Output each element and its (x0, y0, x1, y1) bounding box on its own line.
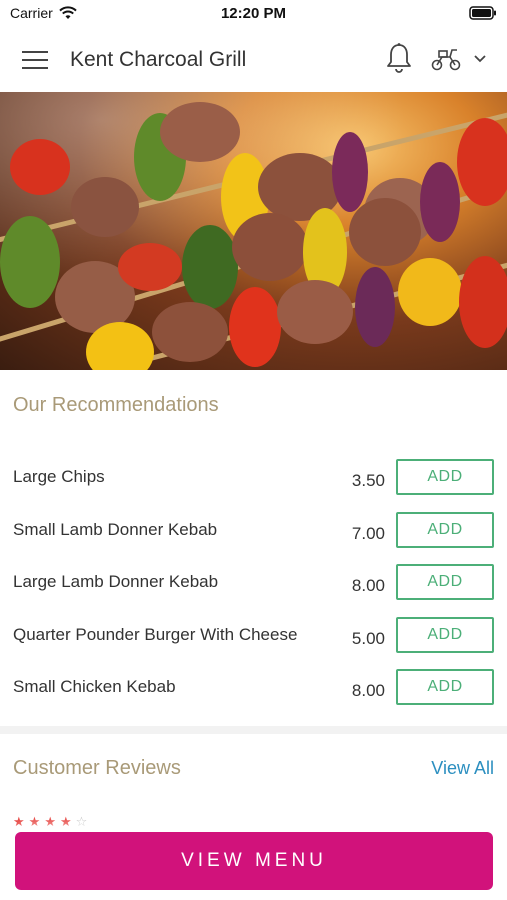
reviews-title: Customer Reviews (13, 757, 181, 779)
add-button[interactable]: ADD (396, 669, 494, 705)
recommendations-title: Our Recommendations (13, 394, 219, 416)
star-icon: ★ (13, 814, 29, 829)
add-button[interactable]: ADD (396, 459, 494, 495)
list-item: Large Lamb Donner Kebab 8.00 ADD (0, 564, 507, 616)
item-price: 8.00 (351, 576, 385, 595)
item-name: Quarter Pounder Burger With Cheese (13, 625, 298, 644)
section-divider (0, 726, 507, 734)
star-outline-icon: ☆ (75, 814, 92, 829)
scooter-icon[interactable] (430, 46, 462, 72)
status-bar: Carrier 12:20 PM (0, 0, 507, 28)
view-menu-button[interactable]: VIEW MENU (15, 832, 493, 890)
star-icon: ★ (28, 814, 45, 829)
item-name: Small Chicken Kebab (13, 677, 176, 696)
item-price: 5.00 (351, 629, 385, 648)
hero-image (0, 92, 507, 370)
status-time: 12:20 PM (220, 5, 287, 22)
star-icon: ★ (44, 814, 60, 829)
add-button[interactable]: ADD (396, 564, 494, 600)
list-item: Large Chips 3.50 ADD (0, 459, 507, 511)
status-right (469, 6, 497, 23)
view-all-link[interactable]: View All (431, 758, 494, 779)
item-price: 7.00 (351, 524, 385, 543)
chevron-down-icon[interactable] (472, 52, 488, 66)
item-price: 3.50 (351, 471, 385, 490)
star-icon: ★ (59, 814, 76, 829)
item-name: Large Chips (13, 467, 105, 486)
menu-icon[interactable] (22, 50, 48, 70)
item-name: Small Lamb Donner Kebab (13, 520, 218, 539)
item-price: 8.00 (351, 681, 385, 700)
list-item: Small Lamb Donner Kebab 7.00 ADD (0, 512, 507, 564)
list-item: Quarter Pounder Burger With Cheese 5.00 … (0, 617, 507, 669)
page-title: Kent Charcoal Grill (70, 48, 247, 71)
rating-stars: ★★★★☆ (13, 814, 91, 830)
app-header: Kent Charcoal Grill (0, 28, 507, 92)
bell-icon[interactable] (385, 42, 413, 74)
add-button[interactable]: ADD (396, 512, 494, 548)
list-item: Small Chicken Kebab 8.00 ADD (0, 669, 507, 721)
kebab-illustration (0, 92, 507, 370)
battery-icon (469, 6, 496, 20)
item-name: Large Lamb Donner Kebab (13, 572, 219, 591)
add-button[interactable]: ADD (396, 617, 494, 653)
